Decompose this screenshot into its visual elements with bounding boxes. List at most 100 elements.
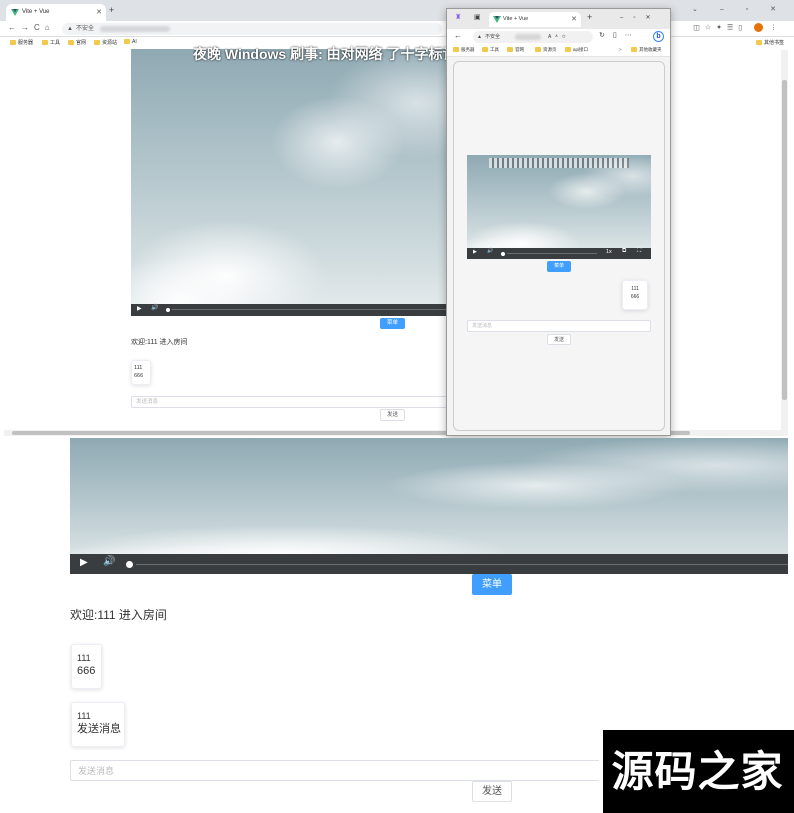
bookmark-item[interactable]: api接口 [565, 47, 588, 53]
message-card: 111 666 [131, 360, 151, 385]
window-controls[interactable]: –▫✕ [620, 14, 661, 21]
new-tab-button[interactable]: + [109, 5, 114, 15]
folder-icon [507, 47, 513, 53]
volume-icon[interactable]: 🔊 [151, 304, 158, 311]
video-subtitle: 夜晚 Windows 刷事: 由对网络 了十字标记 [193, 46, 449, 62]
bookmark-item[interactable]: 服务器 [10, 39, 33, 46]
send-button[interactable]: 发送 [380, 409, 405, 421]
bookmark-other[interactable]: 其他收藏夹 [631, 47, 662, 53]
edge-tab-title: Vite + Vue [503, 16, 529, 22]
folder-icon [68, 40, 74, 46]
menu-button[interactable]: 菜单 [380, 318, 405, 329]
address-bar-icons[interactable]: Aᴬ✩ [548, 31, 570, 43]
edge-tab-bar: ♜ ▣ Vite + Vue ✕ + –▫✕ [447, 9, 670, 29]
volume-icon[interactable]: 🔊 [103, 556, 115, 567]
new-tab-button[interactable]: + [587, 12, 592, 22]
chrome-tab-bar: Vite + Vue ✕ + ⌄ – ▫ ✕ [0, 0, 794, 21]
send-button[interactable]: 发送 [472, 781, 512, 802]
message-text: 666 [630, 294, 640, 300]
bookmark-other[interactable]: 其他书签 [756, 39, 784, 46]
close-icon[interactable]: ✕ [571, 12, 577, 27]
vertical-scrollbar[interactable] [781, 50, 788, 432]
bookmark-item[interactable]: AI [124, 39, 137, 45]
menu-button[interactable]: 菜单 [547, 261, 571, 272]
mobile-page: ▶ 🔊 1x ⧉ ⛶ 菜单 111 666 发送消息 发送 [453, 61, 665, 431]
message-user: 111 [77, 653, 91, 663]
progress-track[interactable] [507, 253, 597, 254]
toolbar-icons[interactable]: ↻▯⋯ [599, 31, 640, 39]
close-icon[interactable]: ✕ [96, 4, 102, 21]
video-player[interactable]: ▶ 🔊 [70, 438, 788, 574]
welcome-text: 欢迎:111 进入房间 [70, 608, 167, 622]
play-icon[interactable]: ▶ [80, 557, 88, 568]
navigation-icons[interactable]: ←→C⌂ [8, 23, 55, 32]
window-controls[interactable]: ⌄ – ▫ ✕ [692, 5, 786, 13]
bookmark-item[interactable]: 官网 [68, 39, 86, 46]
video-player[interactable]: ▶ 🔊 1x ⧉ ⛶ [467, 155, 651, 259]
video-controls: ▶ 🔊 [131, 304, 449, 316]
scrollbar-thumb[interactable] [782, 80, 787, 400]
back-icon[interactable]: ← [454, 31, 462, 40]
blurred-url [515, 34, 541, 40]
message-user: 111 [631, 286, 639, 292]
message-input[interactable]: 发送消息 [131, 396, 449, 408]
bookmark-item[interactable]: 资源站 [94, 39, 117, 46]
folder-icon [94, 40, 100, 46]
progress-track[interactable] [172, 309, 449, 310]
warning-icon: ▲ [477, 34, 482, 40]
edge-window: ♜ ▣ Vite + Vue ✕ + –▫✕ ← ▲ 不安全 Aᴬ✩ ↻▯⋯ b… [446, 8, 671, 436]
folder-icon [42, 40, 48, 46]
playback-speed[interactable]: 1x [606, 249, 612, 255]
bookmarks-bar: 服务器 工具 官网 资源页 api接口 > 其他收藏夹 [447, 45, 670, 57]
message-text: 666 [134, 373, 144, 379]
progress-handle[interactable] [501, 252, 505, 256]
volume-icon[interactable]: 🔊 [487, 248, 493, 254]
chevron-right-icon[interactable]: > [619, 47, 622, 52]
toolbar-icons[interactable]: ◫☆✦☰▯ ⋮ [693, 23, 782, 32]
message-card: 111 666 [71, 644, 102, 689]
bookmark-item[interactable]: 官网 [507, 47, 524, 53]
edge-tab-vite-vue[interactable]: Vite + Vue ✕ [489, 12, 581, 27]
pip-icon[interactable]: ⧉ [622, 248, 626, 255]
chrome-tab-vite-vue[interactable]: Vite + Vue ✕ [6, 4, 106, 21]
watermark-logo: 源码之家 [599, 730, 794, 813]
chrome-tab-title: Vite + Vue [22, 9, 50, 15]
address-bar[interactable]: ▲ 不安全 [62, 23, 442, 35]
message-user: 111 [134, 365, 143, 371]
menu-button[interactable]: 菜单 [472, 574, 512, 595]
message-input[interactable]: 发送消息 [467, 320, 651, 332]
folder-icon [10, 40, 16, 46]
welcome-text: 欢迎:111 进入房间 [131, 339, 188, 346]
chrome-toolbar: ←→C⌂ ▲ 不安全 ◫☆✦☰▯ ⋮ [0, 21, 794, 37]
profile-icon[interactable]: ♜ [455, 13, 461, 21]
send-button[interactable]: 发送 [547, 334, 571, 345]
bookmark-item[interactable]: 资源页 [535, 47, 557, 53]
address-bar[interactable]: ▲ 不安全 Aᴬ✩ [473, 31, 593, 43]
play-icon[interactable]: ▶ [473, 249, 477, 255]
fullscreen-icon[interactable]: ⛶ [637, 248, 641, 255]
video-player[interactable]: 夜晚 Windows 刷事: 由对网络 了十字标记 ▶ 🔊 [131, 46, 449, 316]
bookmark-item[interactable]: 工具 [482, 47, 499, 53]
folder-icon [124, 39, 130, 45]
video-controls: ▶ 🔊 [70, 554, 788, 574]
address-insecure-label: 不安全 [485, 34, 501, 40]
bookmark-item[interactable]: 工具 [42, 39, 60, 46]
tab-actions-icon[interactable]: ▣ [474, 13, 481, 21]
address-insecure-label: 不安全 [76, 26, 95, 32]
bing-icon[interactable]: b [653, 31, 664, 42]
play-icon[interactable]: ▶ [137, 305, 142, 312]
bookmark-item[interactable]: 服务器 [453, 47, 475, 53]
avatar[interactable] [754, 23, 764, 32]
folder-icon [482, 47, 488, 53]
folder-icon [631, 47, 637, 53]
progress-track[interactable] [136, 564, 788, 565]
message-user: 111 [77, 711, 91, 721]
message-text: 666 [77, 665, 96, 677]
progress-handle[interactable] [126, 561, 133, 568]
message-card: 111 发送消息 [71, 702, 125, 747]
warning-icon: ▲ [67, 26, 73, 32]
message-text: 发送消息 [77, 723, 121, 735]
progress-handle[interactable] [166, 308, 170, 312]
folder-icon [535, 47, 541, 53]
desktop-screenshot: Vite + Vue ✕ + ⌄ – ▫ ✕ ←→C⌂ ▲ 不安全 ◫☆✦☰▯ … [0, 0, 794, 438]
